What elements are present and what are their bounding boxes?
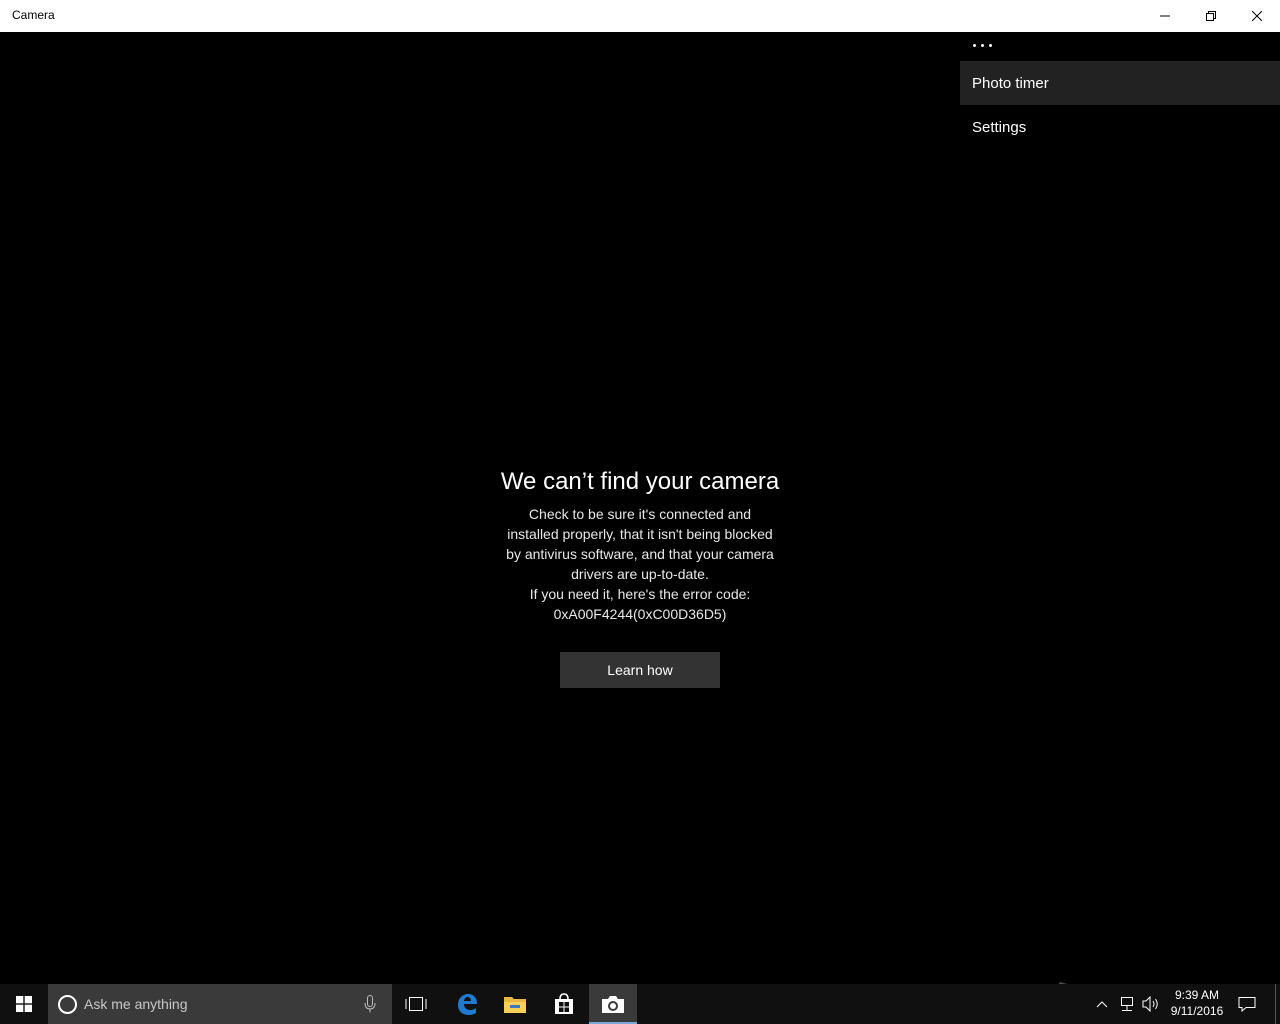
chevron-up-icon (1096, 1001, 1108, 1008)
task-view-icon (405, 997, 427, 1011)
windows-logo-icon (16, 996, 32, 1012)
ellipsis-icon (972, 43, 976, 47)
error-line: by antivirus software, and that your cam… (506, 546, 774, 562)
more-options-button[interactable] (962, 32, 1002, 58)
clock-time: 9:39 AM (1174, 988, 1220, 1002)
close-button[interactable] (1234, 0, 1280, 32)
file-explorer-button[interactable] (491, 984, 539, 1024)
error-line: installed properly, that it isn't being … (507, 526, 773, 542)
folder-icon (504, 997, 526, 1013)
search-box[interactable]: Ask me anything (48, 984, 392, 1024)
microphone-icon[interactable] (364, 995, 376, 1013)
error-line: If you need it, here's the error code: (529, 586, 751, 602)
edge-browser-button[interactable] (443, 984, 491, 1024)
close-icon (1252, 11, 1262, 21)
menu-item-settings[interactable]: Settings (960, 105, 1280, 149)
menu-item-label: Settings (972, 118, 1027, 136)
notification-icon (1238, 997, 1256, 1012)
store-icon (555, 993, 573, 1014)
minimize-button[interactable] (1142, 0, 1188, 32)
error-code: 0xA00F4244(0xC00D36D5) (553, 606, 727, 622)
clock[interactable]: 9:39 AM 9/11/2016 (1164, 987, 1230, 1019)
network-button[interactable] (1116, 984, 1138, 1024)
error-line: Check to be sure it's connected and (528, 506, 752, 522)
learn-how-button[interactable]: Learn how (560, 652, 720, 688)
error-line: drivers are up-to-date. (571, 566, 709, 582)
window-title: Camera (12, 8, 55, 22)
menu-item-photo-timer[interactable]: Photo timer (960, 61, 1280, 105)
network-icon (1121, 997, 1133, 1011)
restore-icon (1206, 11, 1216, 21)
minimize-icon (1160, 15, 1170, 17)
show-desktop-button[interactable] (1275, 984, 1280, 1024)
camera-taskbar-button[interactable] (589, 984, 637, 1024)
store-button[interactable] (540, 984, 588, 1024)
error-message: We can’t find your camera Check to be su… (440, 466, 840, 624)
menu-item-label: Photo timer (972, 74, 1049, 92)
camera-icon (602, 996, 624, 1013)
show-hidden-icons-button[interactable] (1092, 984, 1112, 1024)
volume-button[interactable] (1140, 984, 1162, 1024)
task-view-button[interactable] (392, 984, 440, 1024)
search-placeholder: Ask me anything (84, 996, 188, 1012)
edge-icon (458, 994, 477, 1015)
taskbar: Ask me anything 9:39 AM 9/11/2016 (0, 984, 1280, 1024)
title-bar: Camera (0, 0, 1280, 32)
error-description: Check to be sure it's connected and inst… (490, 504, 790, 624)
start-button[interactable] (0, 984, 48, 1024)
cortana-icon (58, 995, 77, 1014)
action-center-button[interactable] (1234, 984, 1260, 1024)
restore-button[interactable] (1188, 0, 1234, 32)
speaker-icon (1142, 996, 1158, 1012)
clock-date: 9/11/2016 (1170, 1004, 1224, 1018)
error-title: We can’t find your camera (500, 468, 780, 495)
